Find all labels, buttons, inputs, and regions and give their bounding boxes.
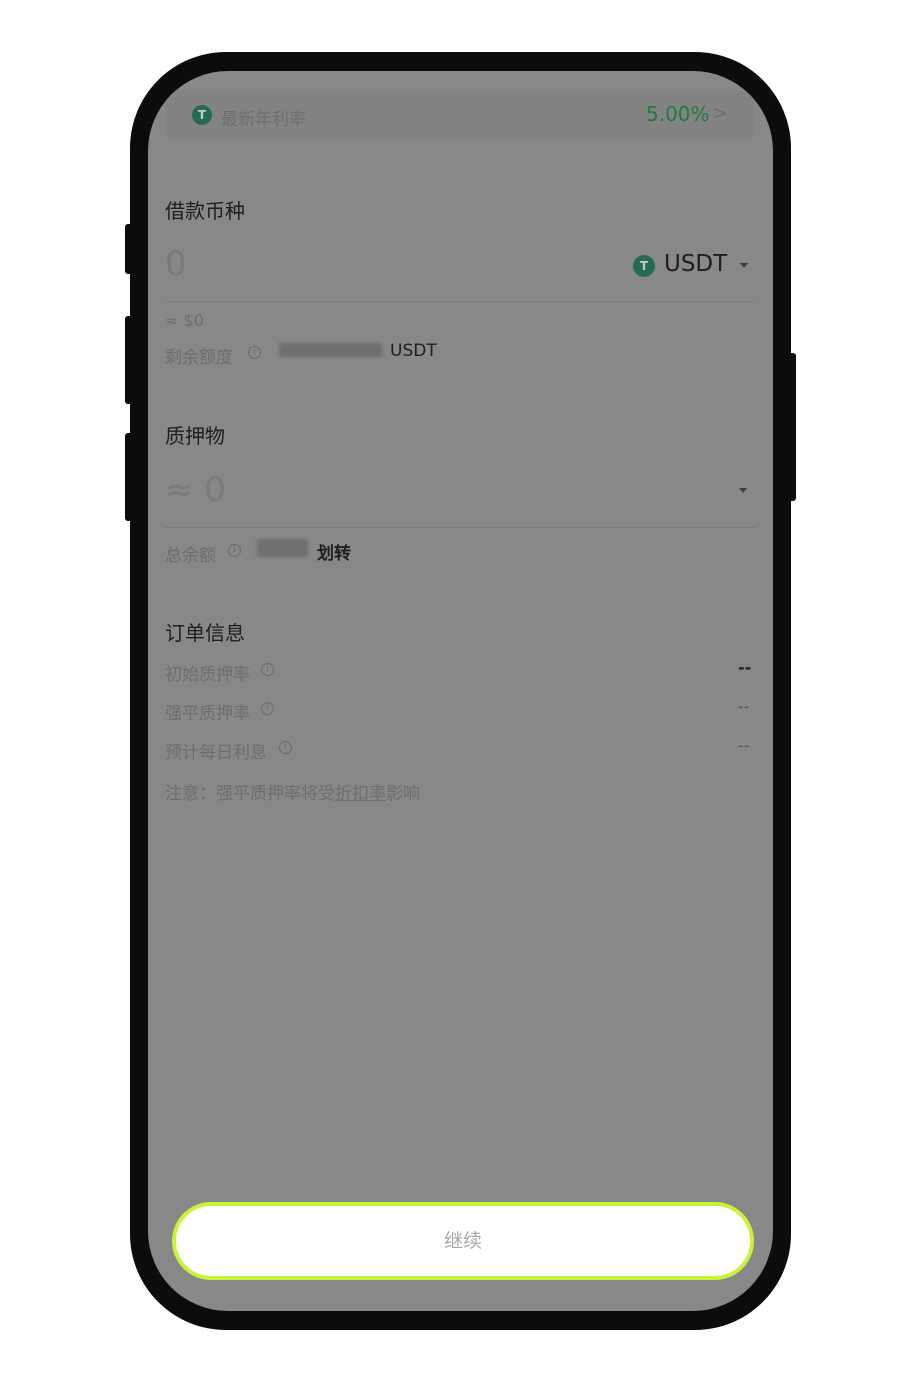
remaining-quota-label: 剩余额度 [165,348,233,368]
total-balance-label: 总余额 [165,546,216,566]
phone-side-button-left-2 [125,316,133,404]
usd-approx-value: ≈ $0 [165,311,204,330]
usdt-coin-icon: T [192,105,212,125]
remaining-quota-unit: USDT [390,341,437,361]
collateral-amount-input[interactable]: ≈ 0 [165,470,226,510]
currency-selector[interactable]: T USDT [633,251,755,281]
transfer-link[interactable]: 划转 [317,539,351,564]
order-info-title: 订单信息 [165,621,245,645]
info-icon[interactable]: i [261,702,274,715]
daily-interest-value: -- [738,736,750,755]
annual-rate-label: 最新年利率 [221,110,306,130]
info-icon[interactable]: i [248,346,261,359]
initial-collateral-rate-value: -- [738,658,752,677]
phone-side-button-right [788,353,796,501]
caret-down-icon [740,263,748,268]
phone-side-button-left-3 [125,433,133,521]
caret-down-icon[interactable] [739,488,747,493]
currency-label: USDT [664,251,728,277]
divider [165,527,755,528]
annual-rate-value: 5.00% [646,102,710,126]
note-text: 注意：强平质押率将受折扣率影响 [165,779,420,804]
discount-rate-link[interactable]: 折扣率 [335,784,386,804]
usdt-coin-icon: T [633,255,655,277]
liquidation-rate-value: -- [738,697,750,716]
borrow-currency-title: 借款币种 [165,199,245,223]
info-icon[interactable]: i [279,741,292,754]
total-balance-value [257,539,308,557]
collateral-title: 质押物 [165,424,225,448]
borrow-amount-input[interactable]: 0 [165,244,187,284]
divider [165,301,755,302]
continue-button[interactable]: 继续 [172,1202,754,1280]
info-icon[interactable]: i [261,663,274,676]
chevron-right-icon: > [713,103,729,124]
phone-side-button-left-1 [125,224,133,274]
info-icon[interactable]: i [228,544,241,557]
note-suffix: 影响 [386,784,420,804]
remaining-quota-value [279,343,382,357]
liquidation-rate-label: 强平质押率 [165,704,250,724]
annual-rate-bar[interactable]: T 最新年利率 5.00% > [165,91,755,139]
note-prefix: 注意：强平质押率将受 [165,784,335,804]
initial-collateral-rate-label: 初始质押率 [165,665,250,685]
daily-interest-label: 预计每日利息 [165,743,267,763]
app-screen: T 最新年利率 5.00% > 借款币种 0 T USDT ≈ $0 剩余额度 … [148,71,773,1311]
